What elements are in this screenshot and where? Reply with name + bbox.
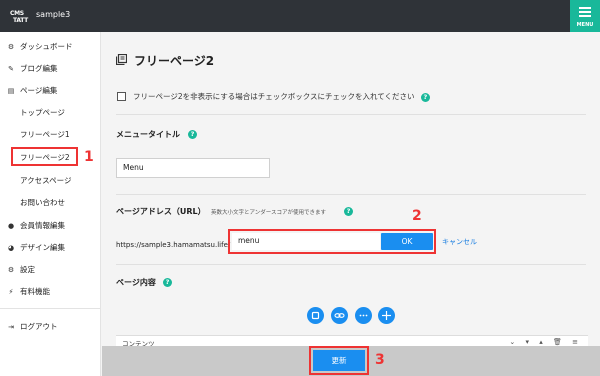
help-icon[interactable]: ? [163,278,172,287]
sidebar-item-label: お問い合わせ [20,198,65,207]
site-name: sample3 [36,10,71,19]
link-icon [334,313,345,318]
chevron-down-icon[interactable]: ⌄ [509,338,515,346]
user-icon: ● [7,222,15,230]
page-title-text: フリーページ2 [134,54,215,68]
bolt-icon: ⚡ [8,288,14,296]
sidebar-item-blog-edit[interactable]: ✎ ブログ編集 [0,61,101,77]
sidebar-subitem-contact[interactable]: お問い合わせ [0,195,101,211]
add-block-button[interactable] [307,307,324,324]
sidebar-subitem-top-page[interactable]: トップページ [0,105,101,121]
content-block-tools: ⌄ ▾ ▴ 🗑 ≡ [501,338,578,346]
annotation-box-2 [228,229,436,254]
main-content: フリーページ2 フリーページ2を非表示にする場合はチェックボックスにチェックを入… [102,32,600,376]
menu-title-label: メニュータイトル [116,130,180,139]
site-logo[interactable]: CMS TATT [10,8,32,24]
sidebar-item-member-edit[interactable]: ● 会員情報編集 [0,218,101,234]
url-cancel-link[interactable]: キャンセル [442,237,477,247]
gear-icon: ⚙ [7,266,15,274]
sidebar-item-design-edit[interactable]: ◕ デザイン編集 [0,240,101,256]
sidebar-item-label: 会員情報編集 [20,221,65,230]
add-more-button[interactable] [355,307,372,324]
url-prefix: https://sample3.hamamatsu.life/ [116,241,231,249]
arrow-down-icon[interactable]: ▾ [526,338,530,346]
annotation-number-2: 2 [412,208,422,224]
logout-icon: ⇥ [8,323,14,331]
page-edit-icon [116,54,127,65]
sidebar-item-label: トップページ [20,108,65,117]
page-content-label: ページ内容 [116,278,156,287]
add-link-button[interactable] [331,307,348,324]
sidebar-item-label: ログアウト [20,322,58,331]
sidebar-divider [0,308,101,309]
sidebar-item-label: ダッシュボード [20,42,73,51]
drag-handle-icon[interactable]: ≡ [572,338,578,346]
top-bar: CMS TATT sample3 MENU [0,0,600,32]
sidebar-item-label: 有料機能 [20,287,50,296]
page-address-note: 英数大小文字とアンダースコアが使用できます [211,210,327,216]
pencil-icon: ✎ [8,65,14,73]
help-icon[interactable]: ? [420,93,430,102]
square-icon [311,311,320,320]
sidebar-item-paid-features[interactable]: ⚡ 有料機能 [0,284,101,300]
page-address-label: ページアドレス（URL） [116,207,206,216]
sidebar-item-label: デザイン編集 [20,243,65,252]
svg-text:TATT: TATT [13,17,29,24]
trash-icon[interactable]: 🗑 [553,338,562,346]
svg-text:CMS: CMS [10,10,24,17]
section-divider [116,114,586,115]
hamburger-icon [579,7,591,19]
sidebar-subitem-access-page[interactable]: アクセスページ [0,173,101,189]
sidebar-item-page-edit[interactable]: ▤ ページ編集 [0,83,101,99]
move-arrows-icon [382,311,391,320]
arrow-up-icon[interactable]: ▴ [539,338,543,346]
sidebar-item-label: ページ編集 [20,86,58,95]
sidebar-subitem-free-page-1[interactable]: フリーページ1 [0,127,101,143]
sidebar-item-label: 設定 [20,265,35,274]
section-divider [116,264,586,265]
annotation-box-3 [309,346,369,375]
help-icon[interactable]: ? [344,207,353,216]
hide-page-label-text: フリーページ2を非表示にする場合はチェックボックスにチェックを入れてください [133,92,415,101]
menu-label: MENU [576,22,594,28]
palette-icon: ◕ [7,244,15,252]
menu-title-input[interactable]: Menu [116,158,270,178]
pages-icon: ▤ [7,87,15,95]
menu-button[interactable]: MENU [570,0,600,32]
sidebar-item-settings[interactable]: ⚙ 設定 [0,262,101,278]
annotation-number-3: 3 [375,352,385,368]
dashboard-icon: ⚙ [7,43,15,51]
sidebar-item-label: フリーページ1 [20,130,70,139]
sidebar-item-dashboard[interactable]: ⚙ ダッシュボード [0,39,101,55]
move-button[interactable] [378,307,395,324]
sidebar-item-label: ブログ編集 [20,64,58,73]
annotation-box-1 [11,147,78,166]
hide-page-checkbox-label: フリーページ2を非表示にする場合はチェックボックスにチェックを入れてください ? [133,91,430,102]
annotation-number-1: 1 [84,149,94,165]
section-divider [116,194,586,195]
sidebar-item-logout[interactable]: ⇥ ログアウト [0,319,101,335]
ellipsis-icon [359,314,368,317]
hide-page-checkbox[interactable] [117,92,126,101]
sidebar: ⚙ ダッシュボード ✎ ブログ編集 ▤ ページ編集 トップページ フリーページ1… [0,32,101,376]
sidebar-item-label: アクセスページ [20,176,72,185]
help-icon[interactable]: ? [188,130,197,139]
